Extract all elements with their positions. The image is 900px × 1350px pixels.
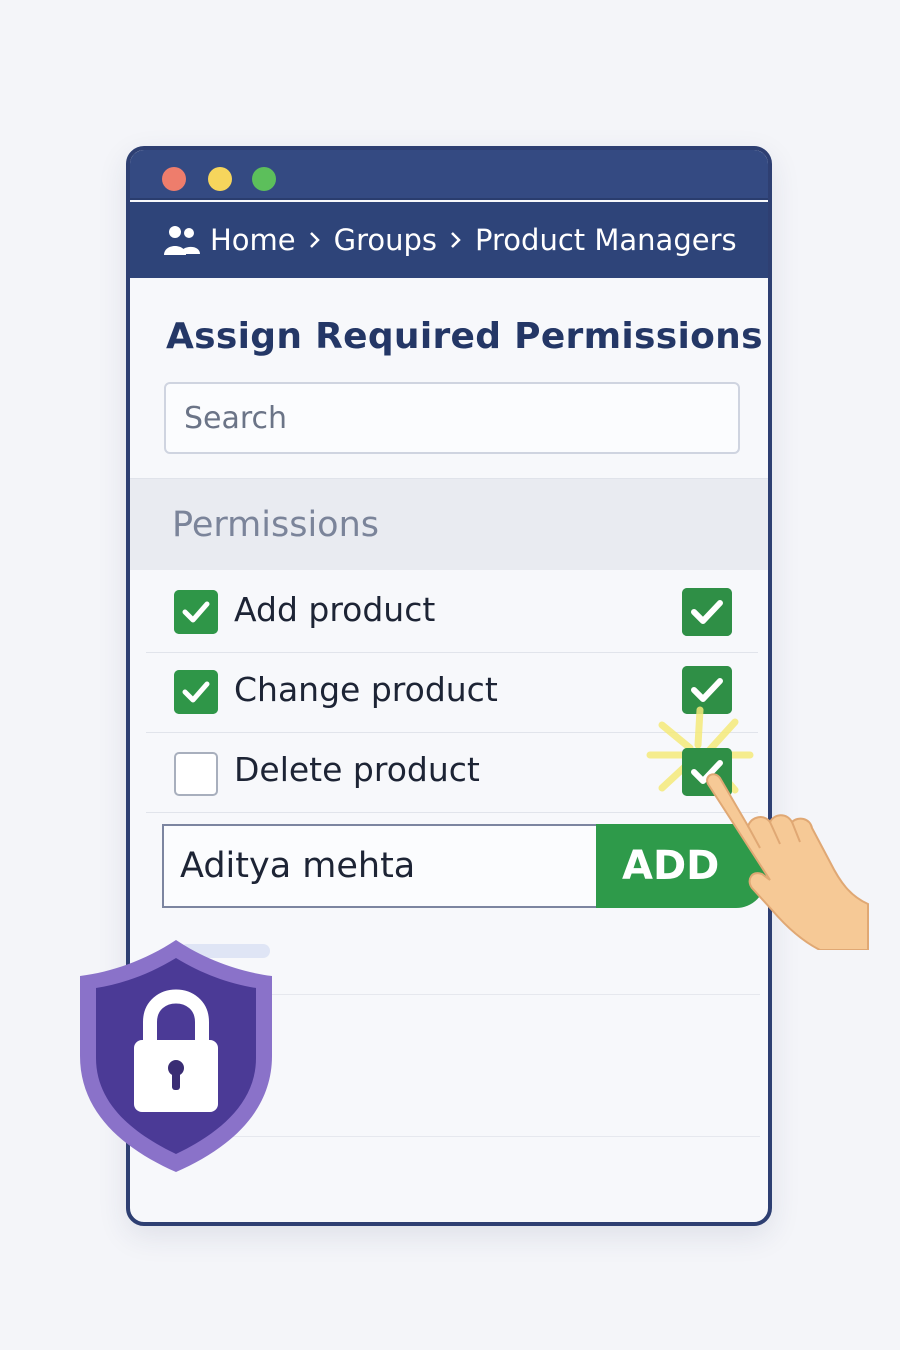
page-title: Assign Required Permissions — [166, 316, 763, 357]
checkbox-unchecked[interactable] — [174, 752, 218, 796]
chevron-right-icon — [451, 232, 461, 248]
grant-checkbox-checked[interactable] — [682, 588, 732, 636]
users-icon — [164, 226, 200, 255]
row-divider — [146, 812, 758, 813]
permission-row-delete: Delete product — [130, 732, 768, 812]
chevron-right-icon — [309, 232, 320, 248]
checkbox-checked[interactable] — [174, 670, 218, 714]
breadcrumb: Home Groups Product Managers — [130, 202, 768, 278]
breadcrumb-groups[interactable]: Groups — [334, 223, 437, 257]
permission-label: Add product — [234, 590, 436, 629]
pointing-hand-icon — [706, 773, 869, 950]
breadcrumb-product-managers[interactable]: Product Managers — [475, 223, 737, 257]
maximize-dot[interactable] — [252, 167, 276, 191]
permissions-header: Permissions — [130, 478, 768, 570]
minimize-dot[interactable] — [208, 167, 232, 191]
breadcrumb-home[interactable]: Home — [210, 223, 296, 257]
checkbox-checked[interactable] — [174, 590, 218, 634]
close-dot[interactable] — [162, 167, 186, 191]
window-titlebar — [130, 150, 768, 200]
permissions-header-label: Permissions — [172, 505, 380, 545]
permission-label: Change product — [234, 670, 498, 709]
permission-label: Delete product — [234, 750, 480, 789]
shield-lock-icon — [80, 940, 272, 1172]
permission-row-add: Add product — [130, 570, 768, 650]
user-input[interactable] — [162, 824, 598, 908]
search-input[interactable] — [164, 382, 740, 454]
